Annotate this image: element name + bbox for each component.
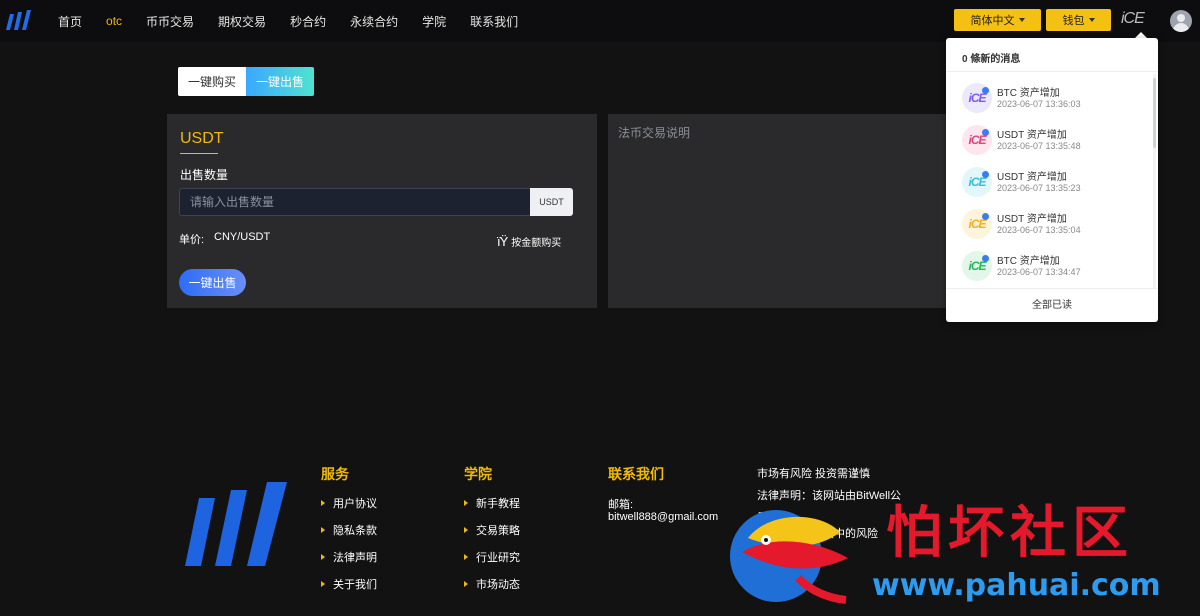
brand-logo-icon[interactable]: [4, 8, 32, 32]
qty-input[interactable]: [179, 188, 531, 216]
switch-label: 按金额购买: [511, 238, 562, 249]
notification-time: 2023-06-07 13:35:04: [997, 225, 1081, 235]
notification-time: 2023-06-07 13:34:47: [997, 267, 1081, 277]
watermark-text: 怕坏社区: [886, 501, 1134, 566]
explain-title: 法币交易说明: [618, 126, 691, 140]
brand-mark: iCE: [1121, 10, 1145, 27]
nav-item-perpetual[interactable]: 永续合约: [350, 13, 398, 30]
watermark-fish-icon: [730, 510, 848, 604]
language-label: 简体中文: [970, 15, 1015, 27]
sell-button[interactable]: 一键出售: [179, 269, 246, 296]
footer-risk-line1: 市场有风险 投资需谨慎: [757, 468, 871, 480]
footer-link-market[interactable]: 市场动态: [464, 576, 520, 592]
coin-title[interactable]: USDT: [180, 130, 224, 148]
main-nav: 首页 otc 币币交易 期权交易 秒合约 永续合约 学院 联系我们: [58, 0, 542, 42]
wallet-label: 钱包: [1062, 15, 1085, 27]
coin-title-underline: [180, 153, 218, 154]
footer-link-legal[interactable]: 法律声明: [321, 549, 377, 565]
notification-title: USDT 资产增加: [997, 214, 1067, 225]
footer-link-user-agreement[interactable]: 用户协议: [321, 495, 377, 511]
notification-header: 0 條新的消息: [962, 54, 1021, 65]
notification-title: BTC 资产增加: [997, 256, 1060, 267]
notification-title: BTC 资产增加: [997, 88, 1060, 99]
footer-link-tutorial[interactable]: 新手教程: [464, 495, 520, 511]
footer-logo-icon: [185, 482, 287, 566]
footer-service-title: 服务: [321, 466, 349, 482]
tab-buy[interactable]: 一键购买: [178, 67, 246, 96]
footer-link-strategy[interactable]: 交易策略: [464, 522, 520, 538]
scrollbar-thumb[interactable]: [1153, 78, 1156, 148]
notification-item[interactable]: iCE USDT 资产增加 2023-06-07 13:35:48: [946, 120, 1158, 162]
notification-popup: 0 條新的消息 iCE BTC 资产增加 2023-06-07 13:36:03…: [946, 38, 1158, 322]
footer-contact-title: 联系我们: [608, 466, 664, 482]
chevron-down-icon: [1088, 18, 1095, 22]
notification-list[interactable]: iCE BTC 资产增加 2023-06-07 13:36:03 iCE USD…: [946, 72, 1158, 288]
nav-item-home[interactable]: 首页: [58, 13, 82, 30]
ice-coin-icon: iCE: [962, 251, 992, 281]
notification-item[interactable]: iCE USDT 资产增加 2023-06-07 13:35:23: [946, 162, 1158, 204]
avatar[interactable]: [1170, 10, 1192, 32]
triangle-right-icon: [321, 527, 325, 534]
avatar-body-icon: [1173, 23, 1189, 32]
footer-link-research[interactable]: 行业研究: [464, 549, 520, 565]
mark-all-read-button[interactable]: 全部已读: [946, 296, 1158, 311]
nav-item-contact[interactable]: 联系我们: [470, 13, 518, 30]
sell-panel: USDT 出售数量 USDT 单价: CNY/USDT ïŸ 按金额购买 一键出…: [167, 114, 597, 308]
nav-item-otc[interactable]: otc: [106, 14, 122, 28]
triangle-right-icon: [321, 500, 325, 507]
footer-email-label: 邮箱:: [608, 499, 634, 511]
ice-coin-icon: iCE: [962, 167, 992, 197]
notification-title: USDT 资产增加: [997, 130, 1067, 141]
triangle-right-icon: [464, 500, 468, 507]
footer-link-about[interactable]: 关于我们: [321, 576, 377, 592]
nav-item-academy[interactable]: 学院: [422, 13, 446, 30]
triangle-right-icon: [464, 554, 468, 561]
footer-academy-title: 学院: [464, 466, 492, 482]
ice-coin-icon: iCE: [962, 125, 992, 155]
ice-coin-icon: iCE: [962, 209, 992, 239]
tab-sell[interactable]: 一键出售: [246, 67, 314, 96]
nav-item-spot[interactable]: 币币交易: [146, 13, 194, 30]
qty-unit: USDT: [530, 188, 573, 216]
trade-mode-tabs: 一键购买 一键出售: [178, 67, 314, 96]
price-value: CNY/USDT: [214, 231, 271, 243]
switch-icon: ïŸ: [497, 234, 508, 249]
notification-time: 2023-06-07 13:35:23: [997, 183, 1081, 193]
explain-panel: 法币交易说明: [608, 114, 953, 308]
top-nav-bar: 首页 otc 币币交易 期权交易 秒合约 永续合约 学院 联系我们 简体中文 钱…: [0, 0, 1200, 42]
language-button[interactable]: 简体中文: [954, 9, 1041, 31]
triangle-right-icon: [464, 527, 468, 534]
ice-coin-icon: iCE: [962, 83, 992, 113]
wallet-button[interactable]: 钱包: [1046, 9, 1111, 31]
triangle-right-icon: [464, 581, 468, 588]
avatar-head-icon: [1177, 14, 1185, 22]
divider: [946, 288, 1158, 289]
nav-item-options[interactable]: 期权交易: [218, 13, 266, 30]
notification-time: 2023-06-07 13:36:03: [997, 99, 1081, 109]
triangle-right-icon: [321, 554, 325, 561]
notification-time: 2023-06-07 13:35:48: [997, 141, 1081, 151]
notification-item[interactable]: iCE USDT 资产增加 2023-06-07 13:35:04: [946, 204, 1158, 246]
footer-email[interactable]: bitwell888@gmail.com: [608, 511, 718, 523]
price-label: 单价:: [179, 234, 205, 246]
switch-to-amount-button[interactable]: ïŸ 按金额购买: [497, 234, 561, 249]
notification-item[interactable]: iCE BTC 资产增加 2023-06-07 13:34:47: [946, 246, 1158, 288]
chevron-down-icon: [1018, 18, 1025, 22]
notification-title: USDT 资产增加: [997, 172, 1067, 183]
qty-label: 出售数量: [180, 168, 229, 182]
notification-item[interactable]: iCE BTC 资产增加 2023-06-07 13:36:03: [946, 78, 1158, 120]
watermark-url: www.pahuai.com: [872, 568, 1161, 603]
triangle-right-icon: [321, 581, 325, 588]
nav-item-second-contract[interactable]: 秒合约: [290, 13, 326, 30]
footer-link-privacy[interactable]: 隐私条款: [321, 522, 377, 538]
